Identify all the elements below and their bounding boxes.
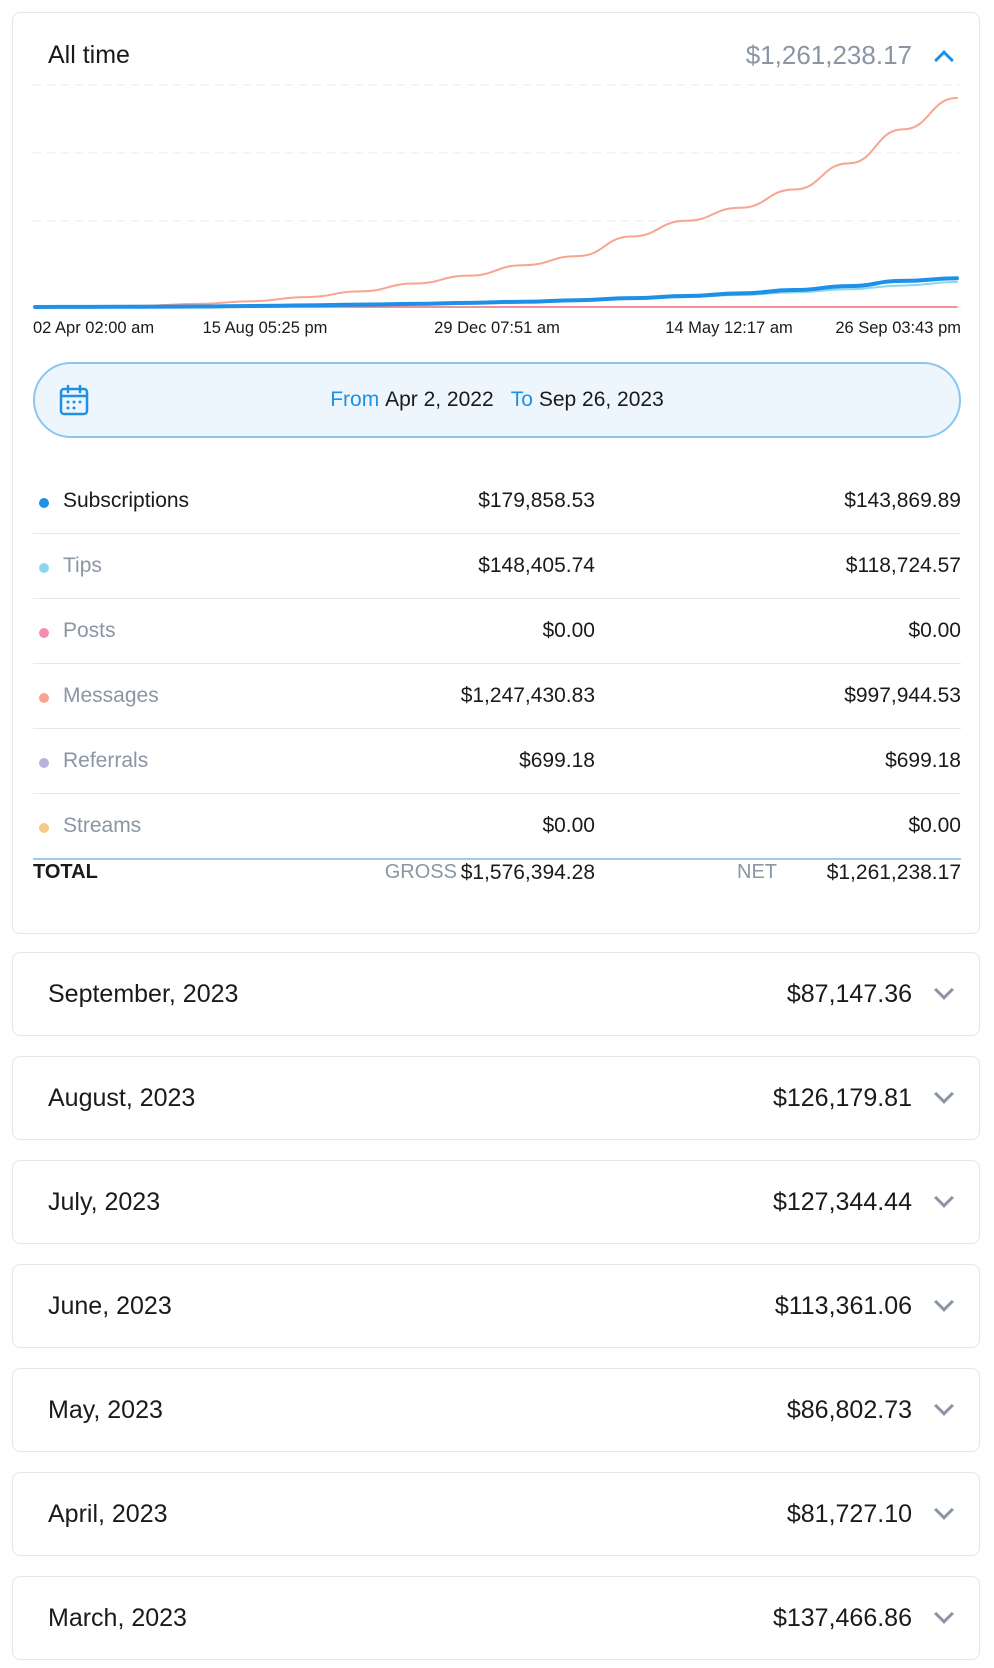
category-label: Tips [63,554,102,577]
chevron-down-icon[interactable] [934,1604,954,1624]
category-label: Referrals [63,749,149,772]
month-amount: $113,361.06 [774,1292,912,1320]
messages-dot [39,693,49,703]
x-tick-label: 26 Sep 03:43 pm [835,319,961,337]
month-label: May, 2023 [48,1396,163,1424]
gross-value: $148,405.74 [478,554,595,577]
net-value: $699.18 [885,749,961,772]
from-date: Apr 2, 2022 [385,388,494,411]
net-value: $118,724.57 [845,554,961,577]
month-amount: $127,344.44 [772,1188,912,1216]
earnings-chart [33,84,961,309]
to-label: To [510,388,533,411]
row-streams: Streams $0.00 $0.00 [33,794,961,860]
gross-value: $0.00 [542,619,595,642]
month-label: April, 2023 [48,1500,168,1528]
chevron-down-icon[interactable] [934,1500,954,1520]
chevron-down-icon[interactable] [934,1084,954,1104]
subscriptions-dot [39,498,49,508]
chevron-down-icon[interactable] [934,1396,954,1416]
month-amount: $137,466.86 [772,1604,912,1632]
month-amount: $86,802.73 [786,1396,912,1424]
net-total: $1,261,238.17 [826,861,961,884]
category-label: Messages [63,684,159,707]
month-label: March, 2023 [48,1604,187,1632]
month-label: July, 2023 [48,1188,161,1216]
x-tick-label: 29 Dec 07:51 am [434,319,560,337]
net-value: $997,944.53 [844,684,961,707]
chart-x-axis: 02 Apr 02:00 am 15 Aug 05:25 pm 29 Dec 07:… [33,319,961,343]
gross-value: $1,247,430.83 [460,684,595,707]
month-amount: $126,179.81 [772,1084,912,1112]
all-time-title: All time [48,41,130,69]
series-line-subscriptions [33,276,959,309]
tips-dot [39,563,49,573]
streams-dot [39,823,49,833]
month-label: June, 2023 [48,1292,172,1320]
month-card[interactable]: August, 2023 $126,179.81 [12,1056,980,1140]
month-card[interactable]: March, 2023 $137,466.86 [12,1576,980,1660]
category-label: Posts [63,619,116,642]
x-tick-label: 02 Apr 02:00 am [33,319,155,337]
total-label: TOTAL [33,861,98,883]
x-tick-label: 15 Aug 05:25 pm [202,319,328,337]
month-card[interactable]: June, 2023 $113,361.06 [12,1264,980,1348]
row-tips: Tips $148,405.74 $118,724.57 [33,534,961,599]
chevron-down-icon[interactable] [934,980,954,1000]
month-label: August, 2023 [48,1084,196,1112]
totals-row: TOTAL GROSS $1,576,394.28 NET $1,261,238… [33,861,961,895]
month-amount: $87,147.36 [786,980,912,1008]
net-value: $143,869.89 [844,489,961,512]
date-range-picker[interactable]: From Apr 2, 2022 To Sep 26, 2023 [33,362,961,438]
x-tick-label: 14 May 12:17 am [665,319,793,337]
all-time-total: $1,261,238.17 [745,40,912,70]
row-subscriptions: Subscriptions $179,858.53 $143,869.89 [33,469,961,534]
gross-total: $1,576,394.28 [460,861,595,884]
category-label: Subscriptions [63,489,190,512]
earnings-breakdown: Subscriptions $179,858.53 $143,869.89 Ti… [33,469,961,860]
all-time-card: All time $1,261,238.17 02 Apr 02:00 am 15… [12,12,980,934]
net-value: $0.00 [908,619,961,642]
month-amount: $81,727.10 [786,1500,912,1528]
month-label: September, 2023 [48,980,239,1008]
row-referrals: Referrals $699.18 $699.18 [33,729,961,794]
row-messages: Messages $1,247,430.83 $997,944.53 [33,664,961,729]
from-label: From [330,388,380,411]
gross-value: $179,858.53 [478,489,595,512]
net-tag: NET [737,861,777,883]
gross-tag: GROSS [384,861,457,883]
posts-dot [39,628,49,638]
gross-value: $0.00 [542,814,595,837]
date-range-text: From Apr 2, 2022 To Sep 26, 2023 [35,388,959,412]
month-card[interactable]: September, 2023 $87,147.36 [12,952,980,1036]
category-label: Streams [63,814,142,837]
row-posts: Posts $0.00 $0.00 [33,599,961,664]
month-card[interactable]: May, 2023 $86,802.73 [12,1368,980,1452]
net-value: $0.00 [908,814,961,837]
to-date: Sep 26, 2023 [538,388,664,411]
referrals-dot [39,758,49,768]
chevron-up-icon[interactable] [934,50,954,70]
month-card[interactable]: April, 2023 $81,727.10 [12,1472,980,1556]
month-card[interactable]: July, 2023 $127,344.44 [12,1160,980,1244]
chevron-down-icon[interactable] [934,1188,954,1208]
chevron-down-icon[interactable] [934,1292,954,1312]
gross-value: $699.18 [519,749,595,772]
series-line-messages [34,97,958,308]
